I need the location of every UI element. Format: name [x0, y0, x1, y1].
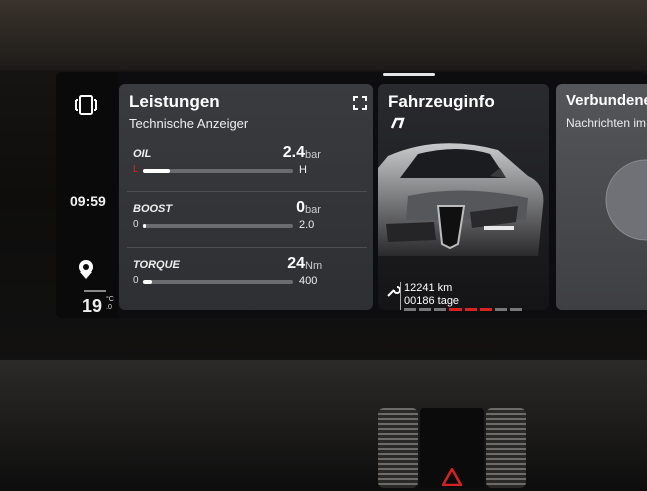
temperature-unit-bottom: .0 [106, 304, 112, 311]
cabin-temperature[interactable]: 19 [82, 296, 102, 317]
connected-services-card[interactable]: Verbundene Ser Nachrichten im Fah 19 [556, 84, 647, 310]
hazard-icon[interactable] [442, 468, 462, 486]
sidebar: 09:59 19 °C .0 [56, 72, 118, 318]
vehicle-info-card[interactable]: Fahrzeuginfo 12241 km 00186 tage [378, 84, 549, 310]
gauge-min: 0 [133, 275, 139, 286]
info-divider [400, 282, 401, 310]
car-image [378, 143, 544, 256]
progress-segment [404, 308, 417, 311]
gauge-unit: Nm [305, 260, 323, 272]
progress-segment-active [464, 308, 477, 311]
gauge-max: H [299, 164, 307, 176]
performance-card[interactable]: Leistungen Technische Anzeiger OIL 2.4 b… [119, 84, 373, 310]
wrench-icon [386, 284, 401, 303]
temperature-unit: °C .0 [106, 296, 114, 312]
dashboard-top-trim [0, 0, 647, 70]
card-subtitle: Nachrichten im Fah [566, 116, 647, 130]
service-progress-bar [404, 308, 522, 311]
fullscreen-icon[interactable] [353, 96, 367, 115]
gauge-track [143, 280, 293, 284]
gauge-label: BOOST [133, 203, 173, 215]
gauge-min: L [133, 164, 139, 175]
globe-message-icon [605, 159, 647, 241]
infotainment-screen: 09:59 19 °C .0 Leistungen Technische Anz… [56, 72, 647, 318]
card-title: Leistungen [129, 92, 220, 111]
gauge-label: OIL [133, 148, 152, 160]
progress-segment [494, 308, 507, 311]
gauge-divider [127, 247, 367, 248]
service-days: 00186 tage [404, 295, 460, 307]
air-vent-right[interactable] [486, 408, 526, 488]
clock: 09:59 [70, 193, 106, 209]
progress-segment-active [449, 308, 462, 311]
progress-segment [509, 308, 522, 311]
screens-icon[interactable] [71, 90, 101, 120]
gauge-max: 2.0 [299, 219, 315, 231]
card-title: Fahrzeuginfo [388, 92, 495, 111]
gauge-value: 2.4 [282, 144, 305, 161]
page-indicator [383, 73, 435, 76]
progress-segment [434, 308, 447, 311]
gauge-fill [143, 224, 146, 228]
gauge-divider [127, 191, 367, 192]
progress-segment-active [479, 308, 492, 311]
card-title: Verbundene Ser [566, 92, 647, 109]
progress-segment [419, 308, 432, 311]
gauge-track [143, 169, 293, 173]
odometer: 12241 km [404, 282, 453, 294]
gauge-track [143, 224, 293, 228]
gauge-unit: bar [305, 204, 321, 216]
temperature-divider [84, 290, 106, 292]
gauge-unit: bar [305, 149, 321, 161]
hazard-button-panel[interactable] [420, 408, 484, 488]
alfa-logo-icon [390, 116, 406, 134]
gauge-min: 0 [133, 219, 139, 230]
temperature-unit-top: °C [106, 296, 114, 303]
gauge-fill [143, 169, 170, 173]
card-subtitle: Technische Anzeiger [129, 116, 249, 131]
gauge-fill [143, 280, 152, 284]
gauge-max: 400 [299, 275, 318, 287]
dashboard-lower-panel [0, 360, 647, 491]
air-vent-left[interactable] [378, 408, 418, 488]
gauge-value: 24 [287, 255, 305, 272]
navigation-pin-icon[interactable] [71, 254, 101, 284]
gauge-value: 0 [296, 199, 305, 216]
gauge-label: TORQUE [133, 259, 180, 271]
